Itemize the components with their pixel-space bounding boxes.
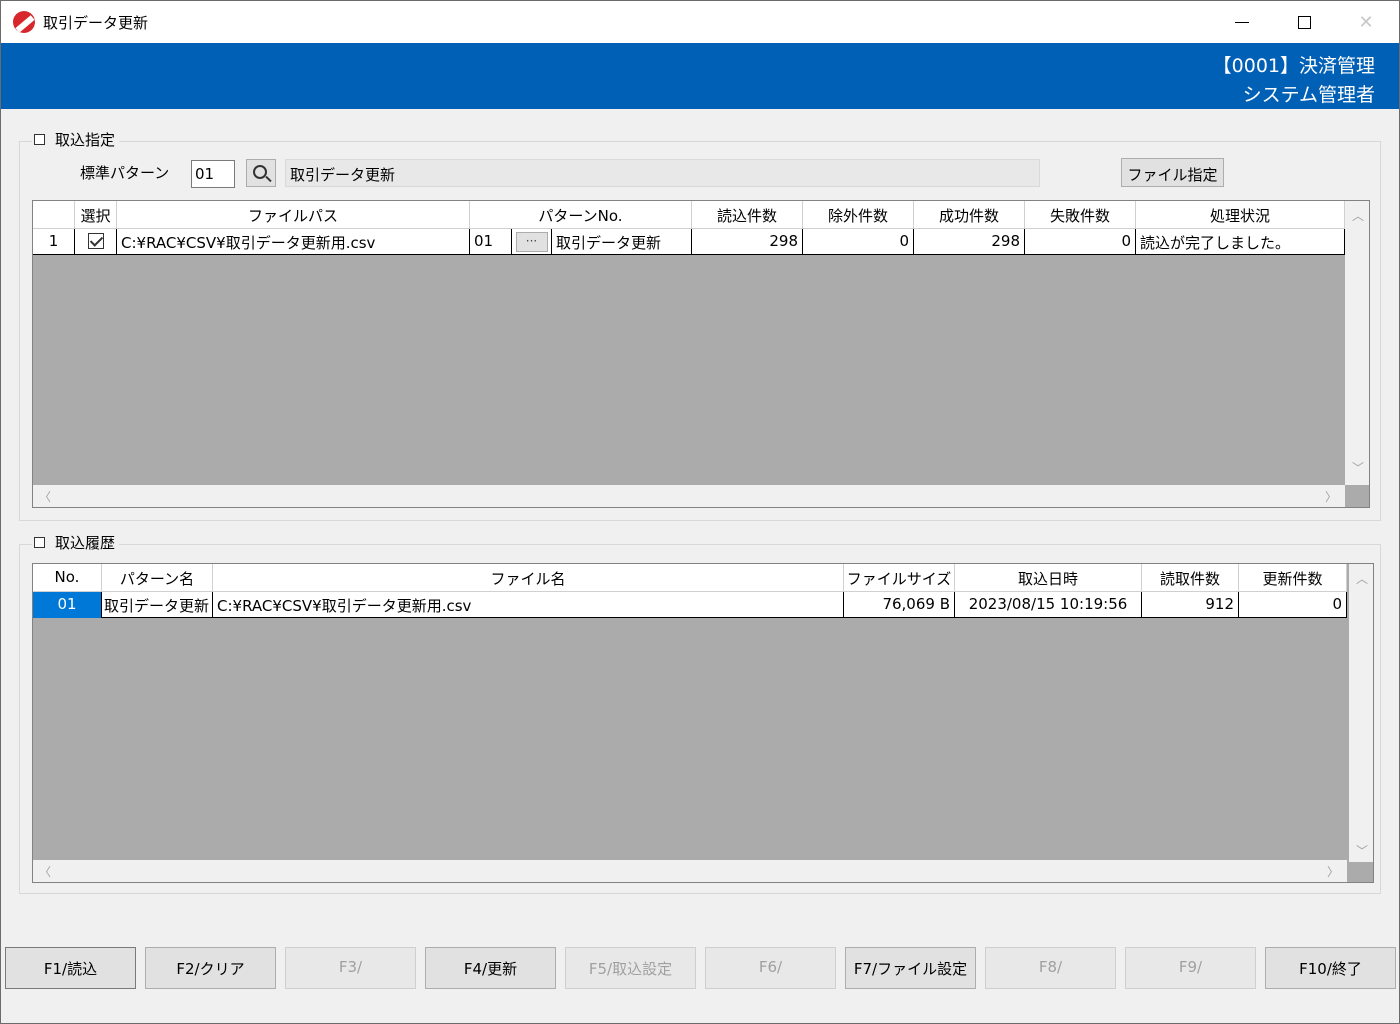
application-window: 取引データ更新 ✕ 【0001】決済管理 システム管理者 取込指定 標準パターン… xyxy=(0,0,1400,1024)
pattern-label: 標準パターン xyxy=(80,164,170,182)
import-grid-hscrollbar[interactable]: 〈 〉 xyxy=(33,485,1345,507)
failed-count-cell: 0 xyxy=(1025,229,1136,255)
col-header-update-count[interactable]: 更新件数 xyxy=(1239,564,1347,592)
history-grid-header: No. パターン名 ファイル名 ファイルサイズ 取込日時 読取件数 更新件数 xyxy=(33,564,1347,592)
col-header-excluded[interactable]: 除外件数 xyxy=(803,201,914,229)
import-grid-vscrollbar[interactable]: ︿ ﹀ xyxy=(1345,201,1369,485)
pattern-picker-button[interactable]: ··· xyxy=(515,232,548,252)
col-header-filename[interactable]: ファイル名 xyxy=(213,564,844,592)
history-pattern-cell: 取引データ更新 xyxy=(102,592,213,618)
history-group-title[interactable]: 取込履歴 xyxy=(32,532,120,553)
import-group-title[interactable]: 取込指定 xyxy=(32,129,120,150)
f6-button[interactable]: F6/ xyxy=(705,947,836,989)
scroll-down-icon[interactable]: ﹀ xyxy=(1352,459,1364,476)
scroll-up-icon[interactable]: ︿ xyxy=(1352,207,1364,224)
history-no-cell[interactable]: 01 xyxy=(33,592,102,618)
pattern-search-button[interactable] xyxy=(246,159,276,187)
user-label: システム管理者 xyxy=(1242,84,1375,106)
select-cell[interactable] xyxy=(75,229,117,255)
history-filename-cell: C:¥RAC¥CSV¥取引データ更新用.csv xyxy=(213,592,844,618)
f7-file-settings-button[interactable]: F7/ファイル設定 xyxy=(845,947,976,989)
minimize-icon xyxy=(1235,21,1249,23)
pattern-no-cell[interactable]: 01 xyxy=(470,229,512,255)
company-label: 【0001】決済管理 xyxy=(1212,55,1375,77)
history-read-cell: 912 xyxy=(1142,592,1239,618)
f1-read-button[interactable]: F1/読込 xyxy=(5,947,136,989)
scroll-down-icon[interactable]: ﹀ xyxy=(1356,842,1368,859)
scroll-left-icon[interactable]: 〈 xyxy=(39,863,51,880)
excluded-count-cell: 0 xyxy=(803,229,914,255)
col-header-failed[interactable]: 失敗件数 xyxy=(1025,201,1136,229)
f5-import-settings-button[interactable]: F5/取込設定 xyxy=(565,947,696,989)
table-row[interactable]: 01 取引データ更新 C:¥RAC¥CSV¥取引データ更新用.csv 76,06… xyxy=(33,592,1347,618)
search-icon xyxy=(252,164,267,179)
app-logo-icon xyxy=(13,11,35,33)
scroll-right-icon[interactable]: 〉 xyxy=(1325,488,1337,505)
pattern-name-display: 取引データ更新 xyxy=(285,159,1040,187)
col-header-pattern-name[interactable]: パターン名 xyxy=(102,564,213,592)
file-select-button[interactable]: ファイル指定 xyxy=(1121,158,1224,187)
col-header-imported-at[interactable]: 取込日時 xyxy=(955,564,1142,592)
col-header-no[interactable]: No. xyxy=(33,564,102,592)
import-group: 取込指定 標準パターン 01 取引データ更新 ファイル指定 選択 ファイルパス … xyxy=(19,129,1381,521)
col-header-select[interactable]: 選択 xyxy=(75,201,117,229)
import-group-label: 取込指定 xyxy=(55,131,116,149)
scroll-up-icon[interactable]: ︿ xyxy=(1356,570,1368,587)
close-button[interactable]: ✕ xyxy=(1335,1,1397,43)
pattern-name-cell: 取引データ更新 xyxy=(552,229,692,255)
f2-clear-button[interactable]: F2/クリア xyxy=(145,947,276,989)
history-group: 取込履歴 No. パターン名 ファイル名 ファイルサイズ 取込日時 読取件数 更… xyxy=(19,532,1381,894)
checkbox-checked-icon[interactable] xyxy=(87,233,104,249)
history-grid-vscrollbar[interactable]: ︿ ﹀ xyxy=(1349,564,1373,862)
col-header-filesize[interactable]: ファイルサイズ xyxy=(844,564,955,592)
window-title: 取引データ更新 xyxy=(43,14,149,32)
scroll-right-icon[interactable]: 〉 xyxy=(1327,863,1339,880)
header-band: 【0001】決済管理 システム管理者 xyxy=(1,43,1399,109)
f9-button[interactable]: F9/ xyxy=(1125,947,1256,989)
pattern-picker-cell[interactable]: ··· xyxy=(512,229,552,255)
scroll-left-icon[interactable]: 〈 xyxy=(39,488,51,505)
collapse-box-icon xyxy=(34,134,45,145)
filepath-cell[interactable]: C:¥RAC¥CSV¥取引データ更新用.csv xyxy=(117,229,470,255)
success-count-cell: 298 xyxy=(914,229,1025,255)
f3-button[interactable]: F3/ xyxy=(285,947,416,989)
f8-button[interactable]: F8/ xyxy=(985,947,1116,989)
collapse-box-icon xyxy=(34,537,45,548)
f10-exit-button[interactable]: F10/終了 xyxy=(1265,947,1396,989)
history-filesize-cell: 76,069 B xyxy=(844,592,955,618)
history-grid-hscrollbar[interactable]: 〈 〉 xyxy=(33,860,1347,882)
row-number: 1 xyxy=(33,229,75,255)
table-row[interactable]: 1 C:¥RAC¥CSV¥取引データ更新用.csv 01 ··· 取引データ更新… xyxy=(33,229,1345,255)
col-header-read-count[interactable]: 読取件数 xyxy=(1142,564,1239,592)
title-bar: 取引データ更新 ✕ xyxy=(1,1,1399,43)
import-grid-header: 選択 ファイルパス パターンNo. 読込件数 除外件数 成功件数 失敗件数 処理… xyxy=(33,201,1345,229)
history-grid: No. パターン名 ファイル名 ファイルサイズ 取込日時 読取件数 更新件数 0… xyxy=(32,563,1374,883)
col-header-status[interactable]: 処理状況 xyxy=(1136,201,1345,229)
row-number-header xyxy=(33,201,75,229)
col-header-read[interactable]: 読込件数 xyxy=(692,201,803,229)
import-grid: 選択 ファイルパス パターンNo. 読込件数 除外件数 成功件数 失敗件数 処理… xyxy=(32,200,1370,508)
maximize-icon xyxy=(1297,15,1311,29)
col-header-success[interactable]: 成功件数 xyxy=(914,201,1025,229)
read-count-cell: 298 xyxy=(692,229,803,255)
status-cell: 読込が完了しました。 xyxy=(1136,229,1345,255)
minimize-button[interactable] xyxy=(1211,1,1273,43)
close-icon: ✕ xyxy=(1358,11,1374,33)
maximize-button[interactable] xyxy=(1273,1,1335,43)
pattern-code-input[interactable]: 01 xyxy=(191,160,235,188)
f4-update-button[interactable]: F4/更新 xyxy=(425,947,556,989)
col-header-filepath[interactable]: ファイルパス xyxy=(117,201,470,229)
history-group-label: 取込履歴 xyxy=(55,534,116,552)
history-updated-cell: 0 xyxy=(1239,592,1347,618)
history-imported-at-cell: 2023/08/15 10:19:56 xyxy=(955,592,1142,618)
col-header-pattern-no[interactable]: パターンNo. xyxy=(470,201,692,229)
